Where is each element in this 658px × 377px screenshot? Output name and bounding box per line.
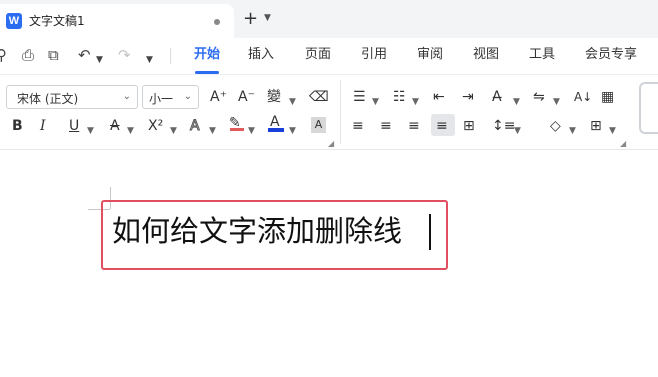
font-size-value: 小一 (149, 92, 174, 106)
grow-font-icon[interactable]: A⁺ (210, 88, 227, 106)
tab-bar: W 文字文稿1 + ▼ (0, 0, 658, 38)
bold-button[interactable]: B (12, 117, 23, 135)
shading-chevron-icon[interactable]: ▼ (569, 122, 576, 140)
font-color-chevron-icon[interactable]: ▼ (289, 122, 296, 140)
italic-button[interactable]: I (40, 117, 46, 135)
text-cursor (429, 214, 431, 250)
text-direction-icon[interactable]: A̶ (492, 88, 502, 106)
line-break-icon[interactable]: ⇋ (533, 88, 545, 106)
numbering-chevron-icon[interactable]: ▼ (412, 93, 419, 111)
new-tab-button[interactable]: + (243, 10, 258, 28)
tab-home[interactable]: 开始 (194, 47, 220, 63)
text-direction-chevron-icon[interactable]: ▼ (513, 93, 520, 111)
tab-view[interactable]: 视图 (473, 47, 499, 63)
highlight-color-bar (230, 128, 244, 131)
font-color-bar (268, 128, 284, 132)
font-name-chevron-icon: ⌄ (122, 91, 131, 102)
highlight-chevron-icon[interactable]: ▼ (248, 122, 255, 140)
font-size-chevron-icon: ⌄ (183, 91, 192, 102)
menu-bar: ⚲ ⎙ ⧉ ↶ ▼ ↷ ▼ 开始 插入 页面 引用 审阅 视图 工具 会员专享 (0, 38, 658, 74)
print-preview-icon[interactable]: ⧉ (48, 46, 59, 64)
clear-format-icon[interactable]: ⌫ (309, 88, 329, 106)
styles-gallery[interactable] (639, 82, 658, 134)
align-center-button[interactable]: ≡ (380, 117, 392, 135)
superscript-chevron-icon[interactable]: ▼ (170, 122, 177, 140)
unsaved-dot-icon[interactable] (214, 19, 220, 25)
bullets-chevron-icon[interactable]: ▼ (372, 93, 379, 111)
align-right-button[interactable]: ≡ (408, 117, 420, 135)
underline-button[interactable]: U (69, 117, 79, 135)
menu-separator (170, 48, 171, 64)
print-icon[interactable]: ⎙ (22, 46, 34, 64)
sort-icon[interactable]: A↓ (574, 88, 592, 106)
line-spacing-chevron-icon[interactable]: ▼ (514, 122, 521, 140)
ribbon-group-separator (340, 80, 341, 144)
phonetic-guide-icon[interactable]: 變 (267, 88, 281, 106)
text-effect-button[interactable]: A (190, 117, 201, 135)
shrink-font-icon[interactable]: A⁻ (238, 88, 255, 106)
justify-icon: ≡ (436, 118, 448, 134)
table-border-icon[interactable]: ▦ (601, 88, 614, 106)
line-spacing-icon[interactable]: ↕≡ (492, 117, 515, 135)
borders-chevron-icon[interactable]: ▼ (609, 122, 616, 140)
document-text[interactable]: 如何给文字添加删除线 (112, 212, 402, 250)
font-dialog-launcher-icon[interactable]: ◢ (328, 139, 334, 148)
text-effect-chevron-icon[interactable]: ▼ (209, 122, 216, 140)
wps-writer-icon: W (6, 13, 22, 29)
character-shading-button[interactable]: A (311, 117, 326, 133)
tab-member-exclusive[interactable]: 会员专享 (585, 47, 637, 63)
underline-chevron-icon[interactable]: ▼ (87, 122, 94, 140)
font-name-select[interactable]: 宋体 (正文) ⌄ (6, 85, 138, 109)
distributed-align-icon[interactable]: ⊞ (463, 117, 475, 135)
strikethrough-button[interactable]: A (110, 117, 120, 135)
tab-page[interactable]: 页面 (305, 47, 331, 63)
strikethrough-chevron-icon[interactable]: ▼ (127, 122, 134, 140)
undo-icon[interactable]: ↶ (78, 46, 91, 64)
decrease-indent-icon[interactable]: ⇤ (433, 88, 445, 106)
font-name-value: 宋体 (正文) (17, 92, 79, 106)
quick-access-more-chevron-icon[interactable]: ▼ (146, 51, 153, 69)
align-left-button[interactable]: ≡ (352, 117, 364, 135)
line-break-chevron-icon[interactable]: ▼ (553, 93, 560, 111)
tab-insert[interactable]: 插入 (248, 47, 274, 63)
increase-indent-icon[interactable]: ⇥ (462, 88, 474, 106)
bullets-icon[interactable]: ☰ (353, 88, 366, 106)
tab-list-chevron-icon[interactable]: ▼ (264, 13, 271, 23)
document-tab[interactable]: W 文字文稿1 (0, 4, 234, 38)
tab-references[interactable]: 引用 (361, 47, 387, 63)
document-tab-title: 文字文稿1 (29, 14, 85, 28)
superscript-button[interactable]: X² (148, 117, 163, 135)
save-icon[interactable]: ⚲ (0, 46, 7, 64)
shading-icon[interactable]: ◇ (550, 117, 561, 135)
paragraph-dialog-launcher-icon[interactable]: ◢ (620, 139, 626, 148)
redo-icon[interactable]: ↷ (118, 46, 131, 64)
tab-review[interactable]: 审阅 (417, 47, 443, 63)
font-size-select[interactable]: 小一 ⌄ (142, 85, 199, 109)
borders-icon[interactable]: ⊞ (590, 117, 602, 135)
undo-chevron-icon[interactable]: ▼ (96, 51, 103, 69)
tab-tools[interactable]: 工具 (529, 47, 555, 63)
phonetic-chevron-icon[interactable]: ▼ (289, 93, 296, 111)
numbering-icon[interactable]: ☷ (393, 88, 406, 106)
